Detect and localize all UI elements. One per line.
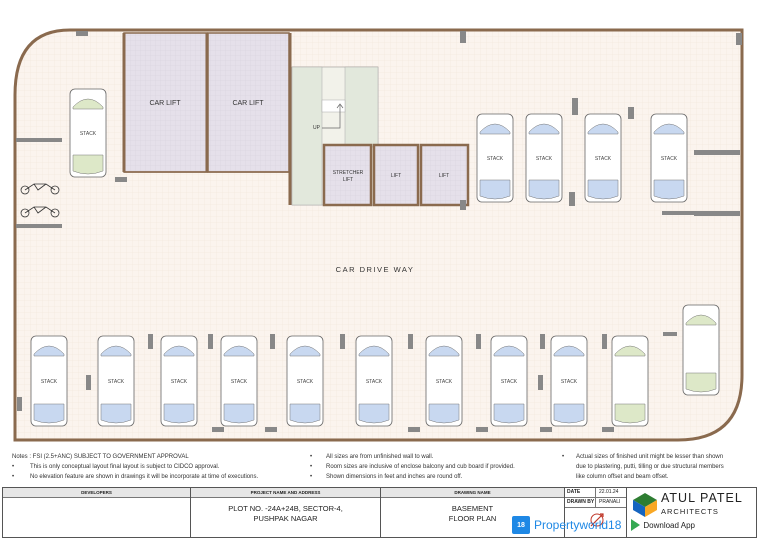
- stack-label: STACK: [366, 379, 383, 385]
- parking-slot-3: STACK: [525, 113, 563, 203]
- stack-label: STACK: [80, 131, 97, 137]
- up-label: UP: [313, 125, 321, 131]
- note-right-3: like column offset and beam offset.: [576, 474, 669, 480]
- stack-label: STACK: [297, 379, 314, 385]
- stretcher-lift-label-1: STRETCHER: [333, 170, 364, 176]
- notes-middle: • All sizes are from unfinished wall to w…: [310, 452, 515, 482]
- project-line-2: PUSHPAK NAGAR: [253, 514, 318, 523]
- parking-slot-6: STACK: [30, 335, 68, 427]
- note-mid-1: • All sizes are from unfinished wall to w…: [310, 454, 434, 460]
- parking-slot-5: STACK: [650, 113, 688, 203]
- note-mid-3: • Shown dimensions in feet and inches are…: [310, 474, 463, 480]
- note-left-2: • This is only conceptual layout final la…: [12, 464, 220, 470]
- parking-slot-7: STACK: [97, 335, 135, 427]
- stack-label: STACK: [436, 379, 453, 385]
- download-app-link[interactable]: Download App: [631, 519, 695, 531]
- parking-slot-2: STACK: [476, 113, 514, 203]
- parking-slot-11: STACK: [355, 335, 393, 427]
- project-line-1: PLOT NO. -24A+24B, SECTOR-4,: [228, 504, 343, 513]
- stack-label: STACK: [536, 156, 553, 162]
- stack-label: STACK: [487, 156, 504, 162]
- note-left-3: • No elevation feature are shown in drawi…: [12, 474, 259, 480]
- parking-slot-15: [611, 335, 649, 427]
- stack-label: STACK: [661, 156, 678, 162]
- parking-slot-12: STACK: [425, 335, 463, 427]
- stack-label: STACK: [501, 379, 518, 385]
- car-drive-way-label: CAR DRIVE WAY: [336, 265, 415, 274]
- propertyworld-logo-icon: 18: [512, 516, 530, 534]
- notes-right: • Actual sizes of finished unit might be …: [562, 452, 724, 482]
- note-right-2: due to plastering, putti, tilling or due…: [576, 464, 724, 470]
- stack-label: STACK: [595, 156, 612, 162]
- car-lift-2-label: CAR LIFT: [232, 100, 264, 107]
- note-left-1: Notes : FSI (2.5+ANC) SUBJECT TO GOVERNM…: [12, 454, 189, 460]
- parking-slot-8: STACK: [160, 335, 198, 427]
- car-lift-1-label: CAR LIFT: [149, 100, 181, 107]
- watermark[interactable]: 18 Propertyworld18 Download App: [512, 514, 695, 536]
- stack-label: STACK: [41, 379, 58, 385]
- drawn-by-value: PRANALI: [599, 499, 621, 505]
- developers-cell: DEVELOPERS: [3, 488, 191, 537]
- stack-label: STACK: [108, 379, 125, 385]
- note-right-1: • Actual sizes of finished unit might be …: [562, 454, 724, 460]
- date-value: 22.01.24: [599, 489, 619, 495]
- parking-slot-16: [682, 304, 720, 396]
- parking-slot-9: STACK: [220, 335, 258, 427]
- basement-floor-plan: CAR LIFT CAR LIFT UP STRETCHER LIFT LIFT…: [13, 28, 744, 442]
- parking-slot-4: STACK: [584, 113, 622, 203]
- project-cell: PROJECT NAME AND ADDRESS PLOT NO. -24A+2…: [191, 488, 381, 537]
- firm-name: ATUL PATEL: [661, 491, 743, 505]
- drawing-line-1: BASEMENT: [451, 504, 494, 513]
- lift-2-label: LIFT: [439, 173, 449, 179]
- stack-label: STACK: [171, 379, 188, 385]
- stretcher-lift-label-2: LIFT: [343, 177, 353, 183]
- note-mid-2: • Room sizes are inclusive of enclose bal…: [310, 464, 515, 470]
- parking-slot-13: STACK: [490, 335, 528, 427]
- watermark-site: Propertyworld18: [534, 518, 622, 532]
- stack-label: STACK: [561, 379, 578, 385]
- parking-slot-10: STACK: [286, 335, 324, 427]
- stack-label: STACK: [231, 379, 248, 385]
- parking-slot-1: STACK: [69, 88, 107, 178]
- parking-slot-14: STACK: [550, 335, 588, 427]
- lift-1-label: LIFT: [391, 173, 401, 179]
- notes-left: Notes : FSI (2.5+ANC) SUBJECT TO GOVERNM…: [12, 452, 258, 482]
- play-store-icon: [631, 519, 641, 531]
